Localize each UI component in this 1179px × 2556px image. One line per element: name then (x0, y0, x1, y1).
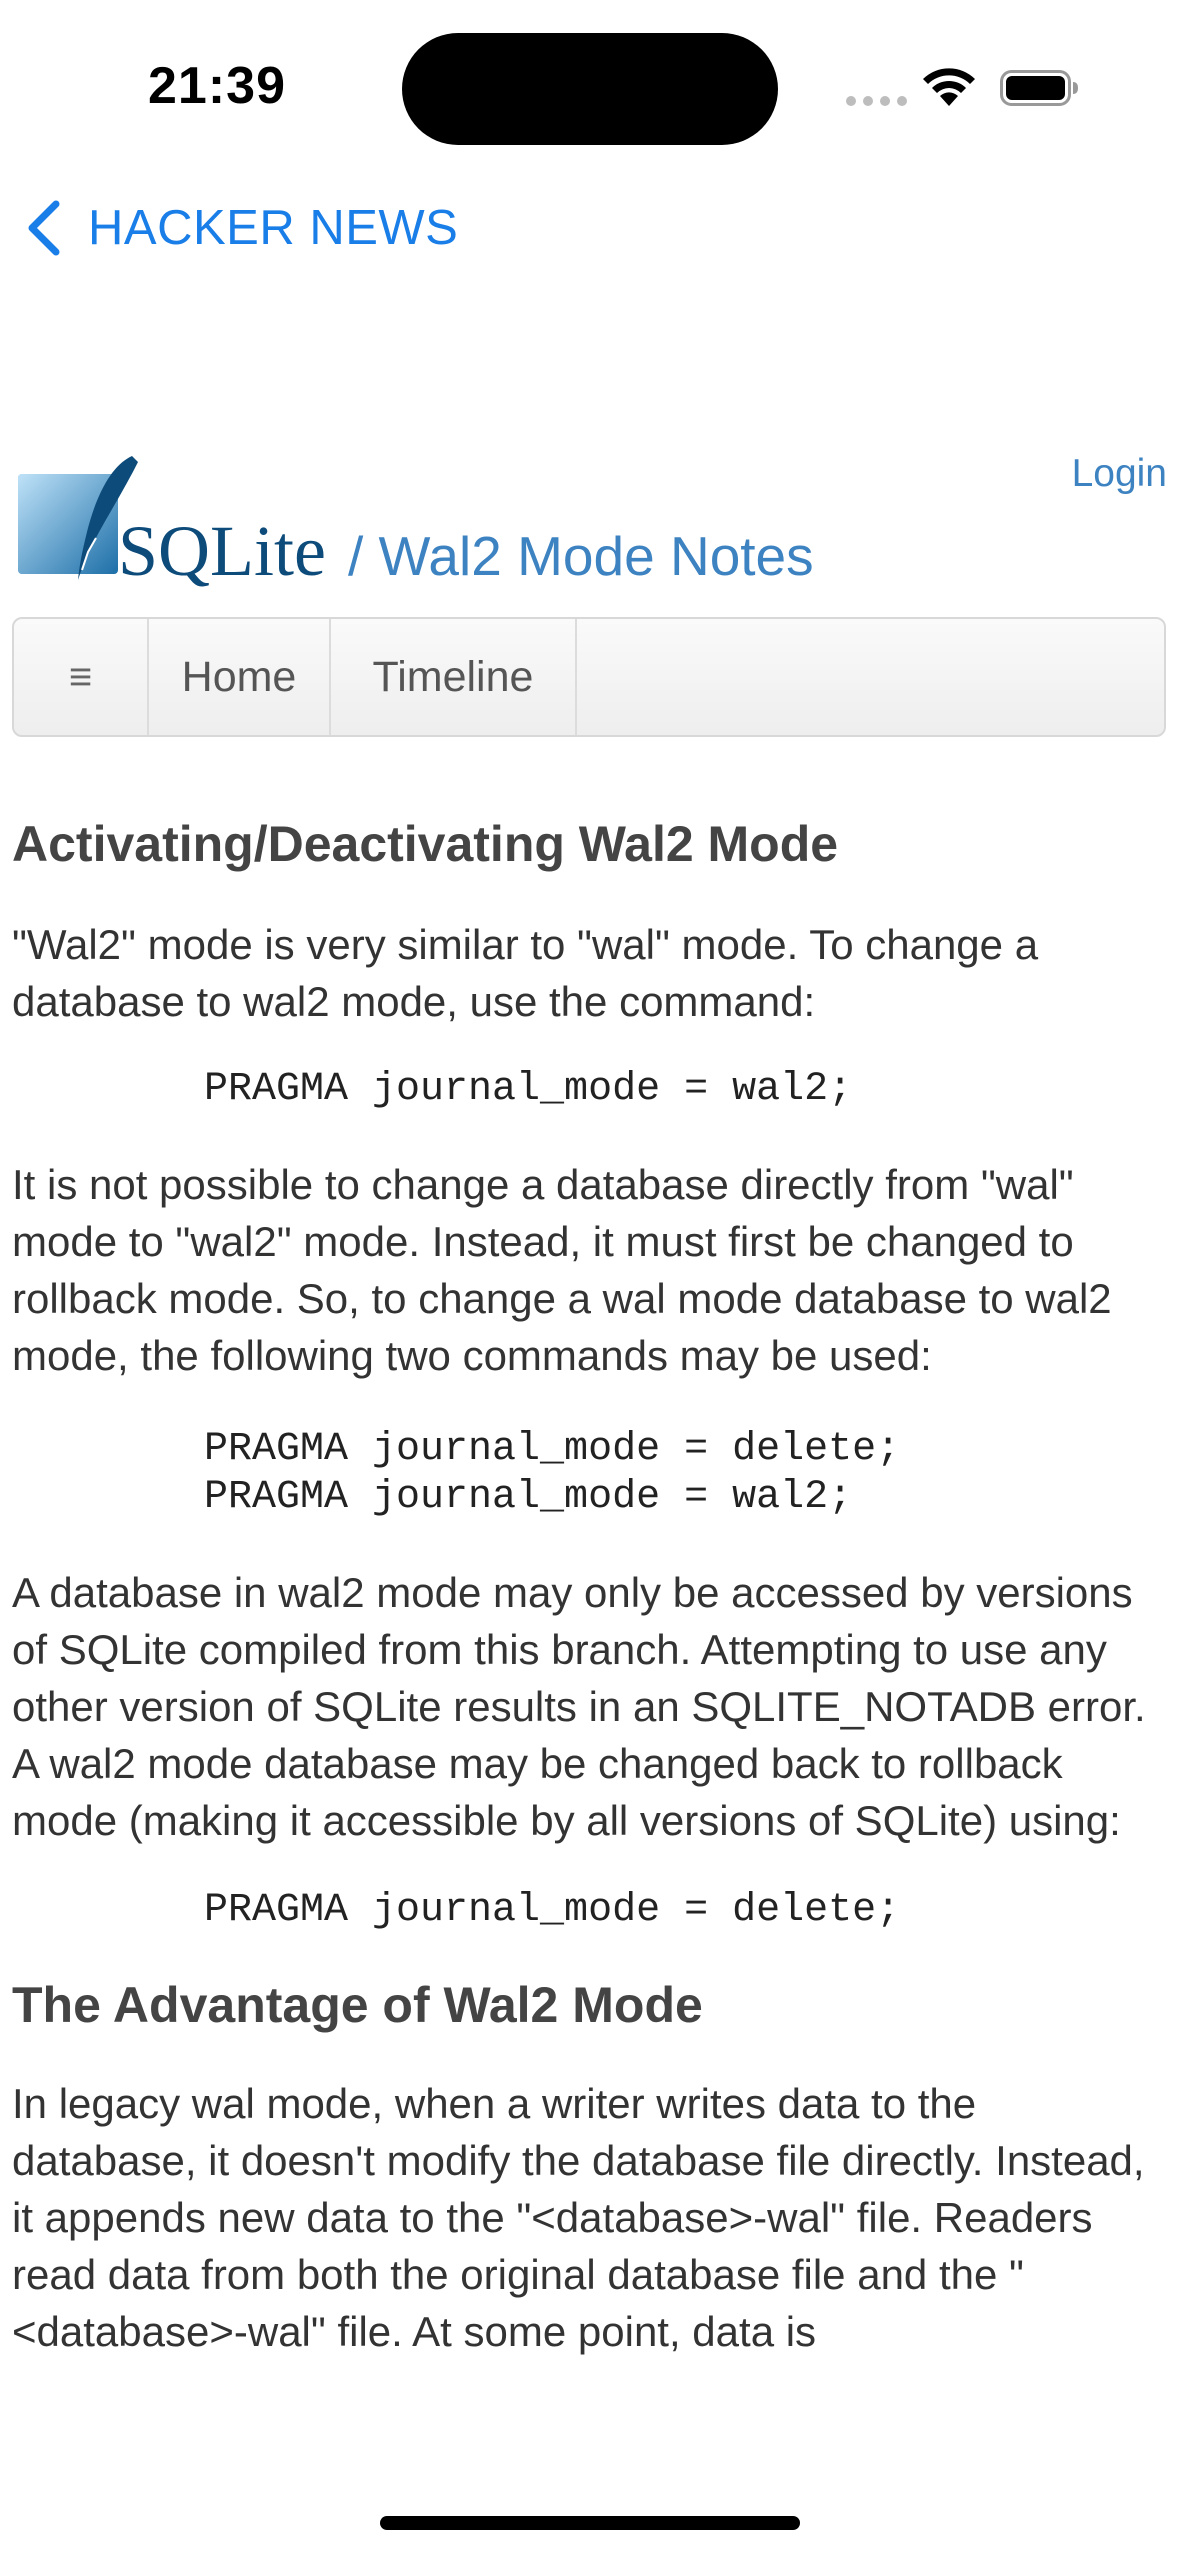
battery-icon (1000, 70, 1078, 106)
section-heading: The Advantage of Wal2 Mode (12, 1977, 703, 2033)
dynamic-island (402, 33, 778, 145)
code-block: PRAGMA journal_mode = delete; (204, 1888, 901, 1933)
login-link[interactable]: Login (1072, 452, 1167, 496)
page-title[interactable]: / Wal2 Mode Notes (348, 524, 814, 588)
back-label: HACKER NEWS (88, 201, 459, 255)
menu-item-home[interactable]: Home (149, 619, 331, 735)
wifi-icon (923, 68, 975, 106)
section-heading: Activating/Deactivating Wal2 Mode (12, 816, 839, 872)
paragraph: "Wal2" mode is very similar to "wal" mod… (12, 921, 1039, 1025)
code-block: PRAGMA journal_mode = wal2; (204, 1067, 853, 1112)
hamburger-menu-button[interactable]: ≡ (14, 619, 149, 735)
home-indicator[interactable] (380, 2516, 800, 2530)
status-bar: 21:39 (0, 0, 1179, 180)
chevron-left-icon (28, 200, 60, 256)
menu-item-timeline[interactable]: Timeline (331, 619, 577, 735)
main-menu: ≡ Home Timeline (12, 617, 1166, 737)
paragraph: In legacy wal mode, when a writer writes… (12, 2080, 1145, 2355)
code-block: PRAGMA journal_mode = delete; PRAGMA jou… (204, 1427, 901, 1520)
cellular-signal-icon (846, 96, 908, 106)
logo-text: SQLite (118, 511, 326, 591)
article-content: Activating/Deactivating Wal2 Mode "Wal2"… (12, 810, 1162, 2360)
status-time: 21:39 (148, 57, 286, 115)
back-button[interactable]: HACKER NEWS (24, 192, 458, 264)
paragraph: It is not possible to change a database … (12, 1161, 1112, 1379)
paragraph: A database in wal2 mode may only be acce… (12, 1569, 1146, 1844)
